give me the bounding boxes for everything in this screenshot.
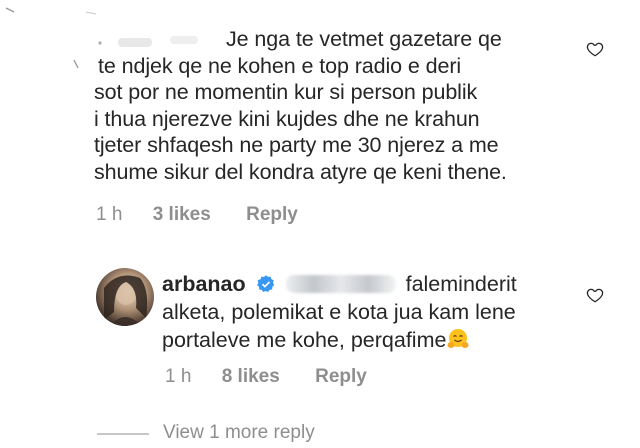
comment-line: i thua njerezve kini kujdes dhe ne krahu… — [94, 106, 480, 131]
comment-likes[interactable]: 3 likes — [153, 204, 211, 225]
comment-time: 1 h — [96, 204, 123, 225]
comment-text: Je nga te vetmet gazetare qe te ndjek qe… — [94, 26, 564, 185]
comment-line: tjeter shfaqesh ne party me 30 njerez a … — [94, 133, 499, 157]
like-reply-button[interactable] — [586, 286, 606, 306]
comment-line: Je nga te vetmet gazetare qe — [226, 27, 502, 51]
reply-text: arbanao faleminderit alketa, polemikat e… — [162, 270, 582, 354]
reply-text-line1: faleminderit — [405, 272, 517, 296]
heart-outline-icon — [586, 288, 604, 303]
reply-reply-button[interactable]: Reply — [315, 366, 367, 387]
comment-meta: 1 h 3 likes Reply — [96, 204, 298, 228]
reply-username[interactable]: arbanao — [162, 272, 246, 296]
comment-line: shume sikur del kondra atyre qe keni the… — [94, 159, 507, 184]
reply-text-line2: alketa, polemikat e kota jua kam lene — [162, 300, 516, 324]
view-more-replies-link[interactable]: View 1 more reply — [163, 422, 315, 444]
reply-text-line3: portaleve me kohe, perqafime — [162, 328, 447, 352]
reply-likes[interactable]: 8 likes — [222, 366, 280, 387]
hugging-face-emoji-icon — [447, 329, 469, 348]
comment-reply-button[interactable]: Reply — [246, 204, 298, 225]
reply-meta: 1 h 8 likes Reply — [165, 366, 367, 390]
profile-photo-icon — [104, 275, 148, 326]
reply-line-3: portaleve me kohe, perqafime — [162, 326, 582, 354]
heart-outline-icon — [586, 42, 604, 57]
divider — [97, 433, 149, 435]
comment-line: te ndjek qe ne kohen e top radio e deri — [98, 53, 462, 78]
redacted-mention — [285, 275, 396, 293]
avatar[interactable] — [96, 268, 154, 326]
like-comment-button[interactable] — [586, 40, 606, 60]
reply-line-1: arbanao faleminderit — [162, 270, 582, 298]
reply-time: 1 h — [165, 366, 192, 387]
verified-badge-icon — [256, 275, 274, 292]
comment-line: sot por ne momentin kur si person publik — [94, 80, 478, 104]
